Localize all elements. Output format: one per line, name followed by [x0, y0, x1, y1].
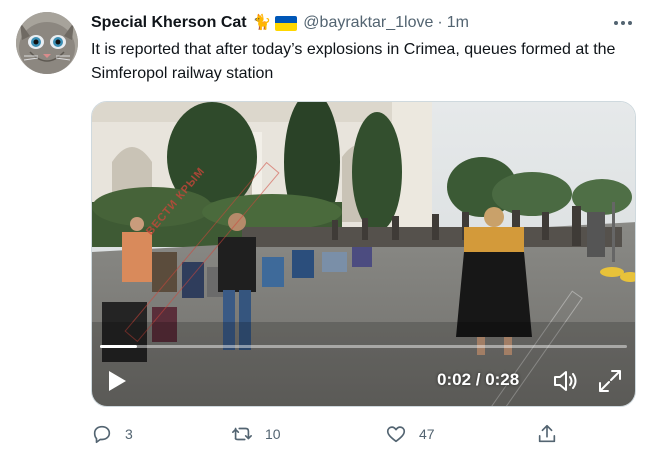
cat-avatar-image — [16, 12, 78, 74]
like-button[interactable]: 47 — [385, 422, 435, 446]
retweet-count: 10 — [265, 426, 281, 442]
share-icon — [538, 424, 556, 443]
cat-emoji: 🐈 — [252, 14, 272, 31]
retweet-icon — [232, 427, 252, 441]
tweet[interactable]: Special Kherson Cat 🐈 @bayraktar_1love ·… — [0, 0, 660, 454]
tweet-text: It is reported that after today’s explos… — [91, 41, 616, 82]
ukraine-flag-icon — [275, 15, 298, 31]
video-progress-bar[interactable] — [100, 345, 627, 348]
fullscreen-icon[interactable] — [597, 368, 623, 394]
reply-count: 3 — [125, 426, 133, 442]
play-icon[interactable] — [106, 368, 128, 394]
video-frame — [92, 102, 635, 406]
share-button[interactable] — [536, 422, 558, 446]
tweet-actions: 3 10 47 — [91, 422, 561, 446]
video-time-display: 0:02 / 0:28 — [437, 370, 520, 389]
timestamp[interactable]: 1m — [447, 14, 469, 32]
retweet-button[interactable]: 10 — [231, 422, 281, 446]
separator-dot: · — [437, 14, 443, 31]
reply-icon — [93, 425, 111, 444]
user-handle[interactable]: @bayraktar_1love — [303, 14, 433, 32]
display-name[interactable]: Special Kherson Cat — [91, 14, 247, 32]
reply-button[interactable]: 3 — [91, 422, 133, 446]
heart-icon — [386, 426, 406, 443]
more-options-icon[interactable] — [612, 14, 634, 32]
avatar[interactable] — [16, 12, 78, 74]
video-progress-fill — [100, 345, 138, 348]
tweet-header: Special Kherson Cat 🐈 @bayraktar_1love ·… — [91, 12, 469, 34]
volume-icon[interactable] — [552, 368, 580, 394]
like-count: 47 — [419, 426, 435, 442]
video-player[interactable]: ВЕСТИ КРЫМ 0:02 / 0:28 — [91, 101, 636, 407]
